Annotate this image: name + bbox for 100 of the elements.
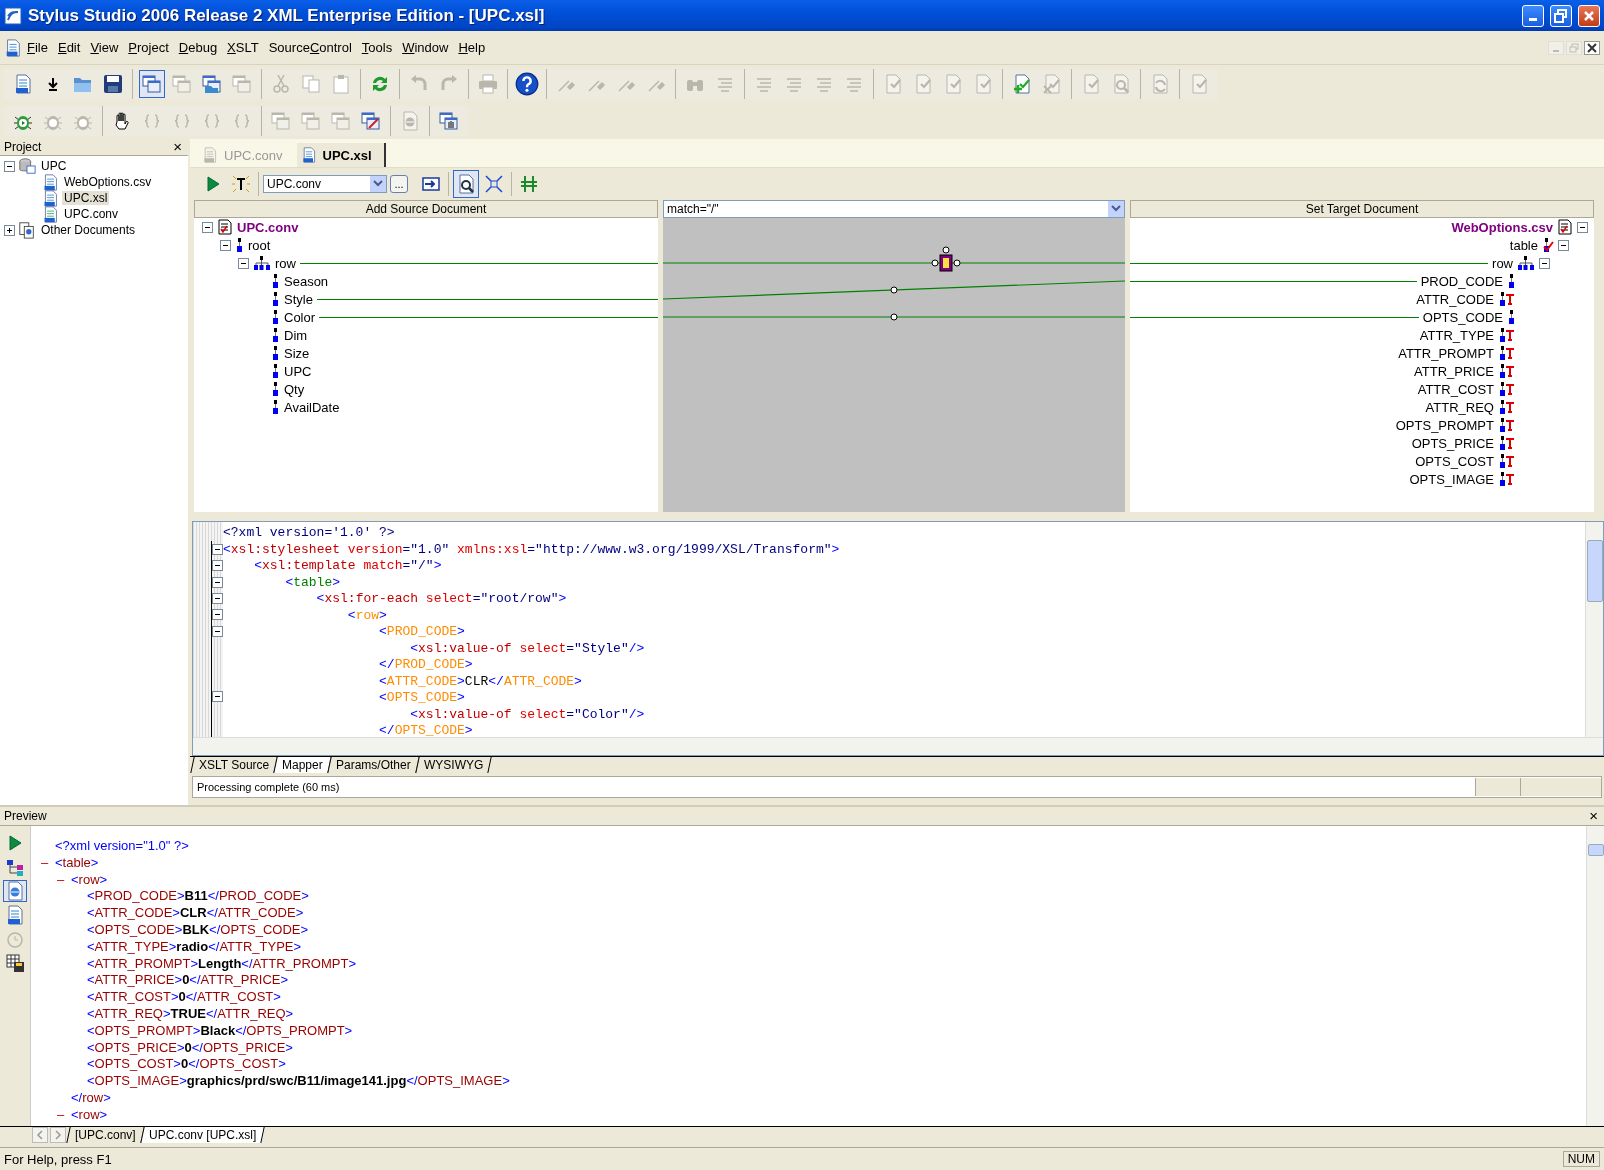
menu-item[interactable]: Edit <box>52 38 86 57</box>
editor-tab[interactable]: WYSIWYG <box>414 757 492 773</box>
toolbar-button[interactable] <box>514 70 540 98</box>
target-node[interactable]: ATTR_COST <box>1417 381 1494 397</box>
file-tree-item[interactable]: Other Documents <box>39 223 138 237</box>
next-button[interactable] <box>50 1127 66 1143</box>
preview-tab[interactable]: UPC.conv [UPC.xsl] <box>140 1127 265 1143</box>
editor-tab[interactable]: Params/Other <box>327 757 420 773</box>
collapse-icon[interactable] <box>238 257 249 269</box>
collapse-icon[interactable] <box>212 576 223 588</box>
file-tree-item[interactable]: UPC.conv <box>62 207 121 221</box>
text-element-icon <box>1498 328 1516 342</box>
code-line: </OPTS_CODE> <box>378 723 474 740</box>
menu-item[interactable]: Window <box>397 38 454 57</box>
target-node[interactable]: OPTS_CODE <box>1422 309 1503 325</box>
collapse-icon[interactable] <box>212 592 223 604</box>
xml-line: – <table> <box>41 854 100 872</box>
source-node[interactable]: row <box>275 255 296 271</box>
menu-item[interactable]: Debug <box>173 38 223 57</box>
source-node[interactable]: UPC.conv <box>237 219 299 235</box>
target-node[interactable]: ATTR_PROMPT <box>1398 345 1494 361</box>
source-node[interactable]: Size <box>284 345 310 361</box>
scrollbar[interactable] <box>193 737 1603 755</box>
collapse-icon[interactable] <box>1539 257 1550 269</box>
target-node[interactable]: row <box>1492 255 1513 271</box>
xml-line: <ATTR_PRICE>0</ATTR_PRICE> <box>86 972 290 990</box>
browse-button[interactable]: ... <box>390 175 408 193</box>
add-source-button[interactable]: Add Source Document <box>194 200 658 218</box>
editor-tab[interactable]: Mapper <box>273 757 332 773</box>
target-node[interactable]: OPTS_PROMPT <box>1395 417 1494 433</box>
minimize-icon <box>1553 49 1559 52</box>
close-button[interactable]: × <box>1587 809 1600 823</box>
status-text: Processing complete (60 ms) <box>196 781 341 793</box>
source-node[interactable]: Style <box>284 291 313 307</box>
match-dropdown[interactable]: match="/" <box>663 200 1125 218</box>
source-node[interactable]: Season <box>284 273 329 289</box>
target-node[interactable]: OPTS_COST <box>1415 453 1494 469</box>
file-tree-item[interactable]: UPC <box>39 159 69 173</box>
scrollbar[interactable] <box>1586 826 1604 1126</box>
help-icon <box>515 72 539 96</box>
source-node[interactable]: UPC <box>284 363 312 379</box>
source-node[interactable]: root <box>248 237 271 253</box>
collapse-icon[interactable] <box>1577 221 1588 233</box>
window-edit-icon <box>361 111 381 131</box>
target-node[interactable]: ATTR_TYPE <box>1419 327 1494 343</box>
target-node[interactable]: OPTS_PRICE <box>1411 435 1494 451</box>
toolbar-button[interactable] <box>453 170 479 198</box>
editor-tab[interactable]: XSLT Source <box>190 757 278 773</box>
file-tree-item[interactable]: UPC.xsl <box>62 191 110 205</box>
collapse-icon[interactable] <box>212 560 223 572</box>
collapse-icon[interactable] <box>212 543 223 555</box>
target-node[interactable]: ATTR_CODE <box>1416 291 1494 307</box>
collapse-icon[interactable] <box>212 690 223 702</box>
menu-item[interactable]: Tools <box>356 38 398 57</box>
source-node[interactable]: Color <box>284 309 316 325</box>
set-target-button[interactable]: Set Target Document <box>1130 200 1594 218</box>
collapse-icon[interactable] <box>212 609 223 621</box>
target-node[interactable]: OPTS_IMAGE <box>1409 471 1494 487</box>
search-page-icon <box>1111 74 1131 94</box>
target-node[interactable]: ATTR_PRICE <box>1414 363 1494 379</box>
target-node[interactable]: ATTR_REQ <box>1425 399 1494 415</box>
source-node[interactable]: AvailDate <box>284 399 340 415</box>
expand-icon[interactable] <box>4 224 15 236</box>
scissors-icon <box>271 74 291 94</box>
collapse-icon[interactable] <box>4 160 15 172</box>
collapse-icon[interactable] <box>1558 239 1569 251</box>
source-dropdown[interactable]: UPC.conv <box>263 175 387 193</box>
menu-item[interactable]: XSLT <box>222 38 264 57</box>
close-button[interactable]: × <box>171 140 184 154</box>
menu-item[interactable]: Help <box>453 38 491 57</box>
close-button[interactable] <box>1584 40 1600 55</box>
preview-tab[interactable]: [UPC.conv] <box>66 1127 145 1143</box>
document-tab[interactable]: UPC.xsl <box>296 143 386 167</box>
mapping-line[interactable] <box>663 280 1125 300</box>
element-icon <box>271 274 280 288</box>
source-node[interactable]: Dim <box>284 327 308 343</box>
menu-item[interactable]: View <box>85 38 124 57</box>
insert-icon <box>421 174 441 194</box>
collapse-icon[interactable] <box>212 625 223 637</box>
database-icon <box>18 157 36 175</box>
target-node[interactable]: WebOptions.csv <box>1451 219 1553 235</box>
menu-item[interactable]: Project <box>123 38 174 57</box>
download-arrow-icon <box>48 77 58 91</box>
previous-button[interactable] <box>32 1127 48 1143</box>
menu-item[interactable]: File <box>22 38 53 57</box>
close-icon <box>1583 9 1595 22</box>
target-node[interactable]: PROD_CODE <box>1420 273 1503 289</box>
target-node[interactable]: table <box>1509 237 1538 253</box>
collapse-icon[interactable] <box>220 239 231 251</box>
hand-window-icon <box>439 111 459 131</box>
file-tree-item[interactable]: WebOptions.csv <box>62 175 154 189</box>
mapping-line[interactable] <box>663 246 1125 272</box>
menu-item[interactable]: SourceControl <box>263 38 357 57</box>
xml-page-icon <box>42 205 59 223</box>
mapping-line[interactable] <box>663 313 1125 321</box>
collapse-icon[interactable] <box>202 221 213 233</box>
code-line: <xsl:stylesheet version="1.0" xmlns:xsl="http://www.w3.org/1999/XSL/Transform"> <box>223 541 841 558</box>
toolbar-button[interactable] <box>3 952 27 974</box>
source-node[interactable]: Qty <box>284 381 305 397</box>
scrollbar[interactable] <box>1585 522 1603 737</box>
